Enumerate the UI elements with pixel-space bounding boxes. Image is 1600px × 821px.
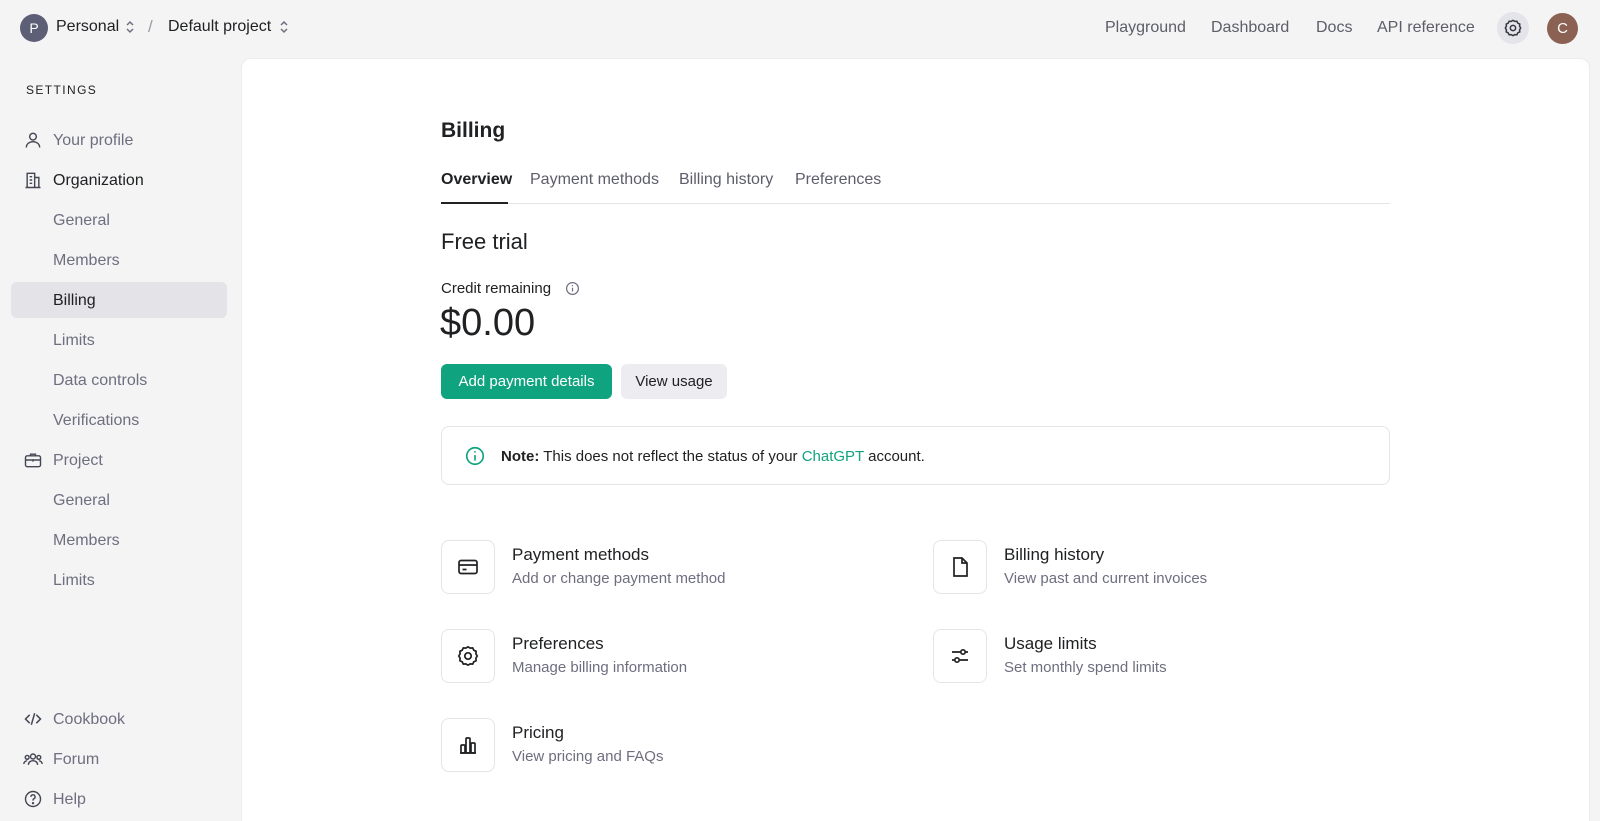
credit-card-icon xyxy=(458,559,478,575)
chevron-up-down-icon[interactable] xyxy=(278,20,290,34)
sidebar-item-org-limits[interactable]: Limits xyxy=(11,322,227,358)
document-icon xyxy=(953,557,968,577)
building-icon xyxy=(25,172,41,189)
note-text: Note: This does not reflect the status o… xyxy=(501,448,925,465)
sidebar-item-label: Project xyxy=(53,452,103,469)
sidebar-item-label: Verifications xyxy=(53,412,140,429)
nav-docs[interactable]: Docs xyxy=(1316,19,1352,37)
card-pricing[interactable]: Pricing View pricing and FAQs xyxy=(441,718,861,776)
card-description: View pricing and FAQs xyxy=(512,748,664,765)
card-usage-limits[interactable]: Usage limits Set monthly spend limits xyxy=(933,629,1353,687)
sidebar-item-label: Members xyxy=(53,532,120,549)
sidebar-item-label: General xyxy=(53,492,110,509)
nav-api-reference[interactable]: API reference xyxy=(1377,19,1475,37)
sidebar-item-label: Members xyxy=(53,252,120,269)
sidebar-item-help[interactable]: Help xyxy=(11,781,227,817)
chatgpt-link[interactable]: ChatGPT xyxy=(802,448,864,465)
sidebar-item-project-general[interactable]: General xyxy=(11,482,227,518)
credit-label: Credit remaining xyxy=(441,280,552,297)
card-description: Set monthly spend limits xyxy=(1004,659,1167,676)
tab-billing-history[interactable]: Billing history xyxy=(679,171,773,189)
help-icon xyxy=(24,790,42,808)
sidebar-item-project-limits[interactable]: Limits xyxy=(11,562,227,598)
nav-dashboard[interactable]: Dashboard xyxy=(1211,19,1289,37)
sidebar-item-label: Cookbook xyxy=(53,711,126,728)
sliders-icon xyxy=(952,648,968,664)
sidebar-heading: SETTINGS xyxy=(26,83,98,97)
sidebar-item-org-members[interactable]: Members xyxy=(11,242,227,278)
sidebar-item-project-members[interactable]: Members xyxy=(11,522,227,558)
info-icon xyxy=(465,446,485,466)
bar-chart-icon xyxy=(460,737,476,754)
sidebar-item-verifications[interactable]: Verifications xyxy=(11,402,227,438)
card-icon-box xyxy=(441,718,495,772)
note-body: This does not reflect the status of your xyxy=(543,448,798,465)
card-icon-box xyxy=(933,540,987,594)
billing-tabs: Overview Payment methods Billing history… xyxy=(441,168,1390,204)
sidebar-item-label: Forum xyxy=(53,751,100,768)
card-description: Manage billing information xyxy=(512,659,688,676)
nav-playground[interactable]: Playground xyxy=(1105,19,1186,37)
card-title: Pricing xyxy=(512,723,564,742)
org-avatar[interactable]: P xyxy=(20,14,48,42)
sidebar-item-billing[interactable]: Billing xyxy=(11,282,227,318)
sidebar-item-label: Limits xyxy=(53,572,95,589)
tab-payment-methods[interactable]: Payment methods xyxy=(530,171,659,189)
credit-value: $0.00 xyxy=(440,302,536,344)
active-tab-indicator xyxy=(441,202,508,204)
gear-icon xyxy=(1504,19,1522,37)
card-title: Billing history xyxy=(1004,545,1105,564)
sidebar-item-label: General xyxy=(53,212,110,229)
card-title: Usage limits xyxy=(1004,634,1097,653)
sidebar-item-label: Data controls xyxy=(53,372,148,389)
sidebar-item-your-profile[interactable]: Your profile xyxy=(11,122,227,158)
plan-title: Free trial xyxy=(441,229,528,254)
card-billing-history[interactable]: Billing history View past and current in… xyxy=(933,540,1353,598)
project-switcher[interactable]: Default project xyxy=(168,18,271,36)
sidebar-item-forum[interactable]: Forum xyxy=(11,741,227,777)
gear-icon xyxy=(457,645,479,667)
sidebar-item-cookbook[interactable]: Cookbook xyxy=(11,701,227,737)
card-payment-methods[interactable]: Payment methods Add or change payment me… xyxy=(441,540,861,598)
sidebar-item-data-controls[interactable]: Data controls xyxy=(11,362,227,398)
note-body-end: account. xyxy=(868,448,925,465)
tab-preferences[interactable]: Preferences xyxy=(795,171,881,189)
sidebar-item-project[interactable]: Project xyxy=(11,442,227,478)
card-description: View past and current invoices xyxy=(1004,570,1208,587)
user-icon xyxy=(25,132,41,148)
card-icon-box xyxy=(441,540,495,594)
tab-overview[interactable]: Overview xyxy=(441,171,512,189)
breadcrumb-separator: / xyxy=(148,17,153,36)
briefcase-icon xyxy=(24,453,42,468)
code-icon xyxy=(24,712,42,726)
sidebar-item-organization[interactable]: Organization xyxy=(11,162,227,198)
settings-button[interactable] xyxy=(1497,12,1529,44)
sidebar-item-label: Help xyxy=(53,791,86,808)
info-icon[interactable] xyxy=(565,281,580,296)
sidebar-item-label: Limits xyxy=(53,332,95,349)
user-avatar[interactable]: C xyxy=(1547,13,1578,44)
note-label: Note: xyxy=(501,448,540,465)
sidebar-item-label: Your profile xyxy=(53,132,134,149)
card-icon-box xyxy=(933,629,987,683)
sidebar-item-org-general[interactable]: General xyxy=(11,202,227,238)
top-bar: P Personal / Default project Playground … xyxy=(0,0,1600,56)
chevron-up-down-icon[interactable] xyxy=(124,20,136,34)
card-description: Add or change payment method xyxy=(512,570,726,587)
card-preferences[interactable]: Preferences Manage billing information xyxy=(441,629,861,687)
note-banner: Note: This does not reflect the status o… xyxy=(441,426,1390,485)
card-icon-box xyxy=(441,629,495,683)
add-payment-details-button[interactable]: Add payment details xyxy=(441,364,612,399)
sidebar-item-label: Billing xyxy=(53,292,96,309)
page-title: Billing xyxy=(441,119,506,142)
card-title: Payment methods xyxy=(512,545,650,564)
people-icon xyxy=(23,753,43,765)
org-switcher[interactable]: Personal xyxy=(56,18,119,36)
card-title: Preferences xyxy=(512,634,604,653)
sidebar-item-label: Organization xyxy=(53,172,144,189)
view-usage-button[interactable]: View usage xyxy=(621,364,727,399)
